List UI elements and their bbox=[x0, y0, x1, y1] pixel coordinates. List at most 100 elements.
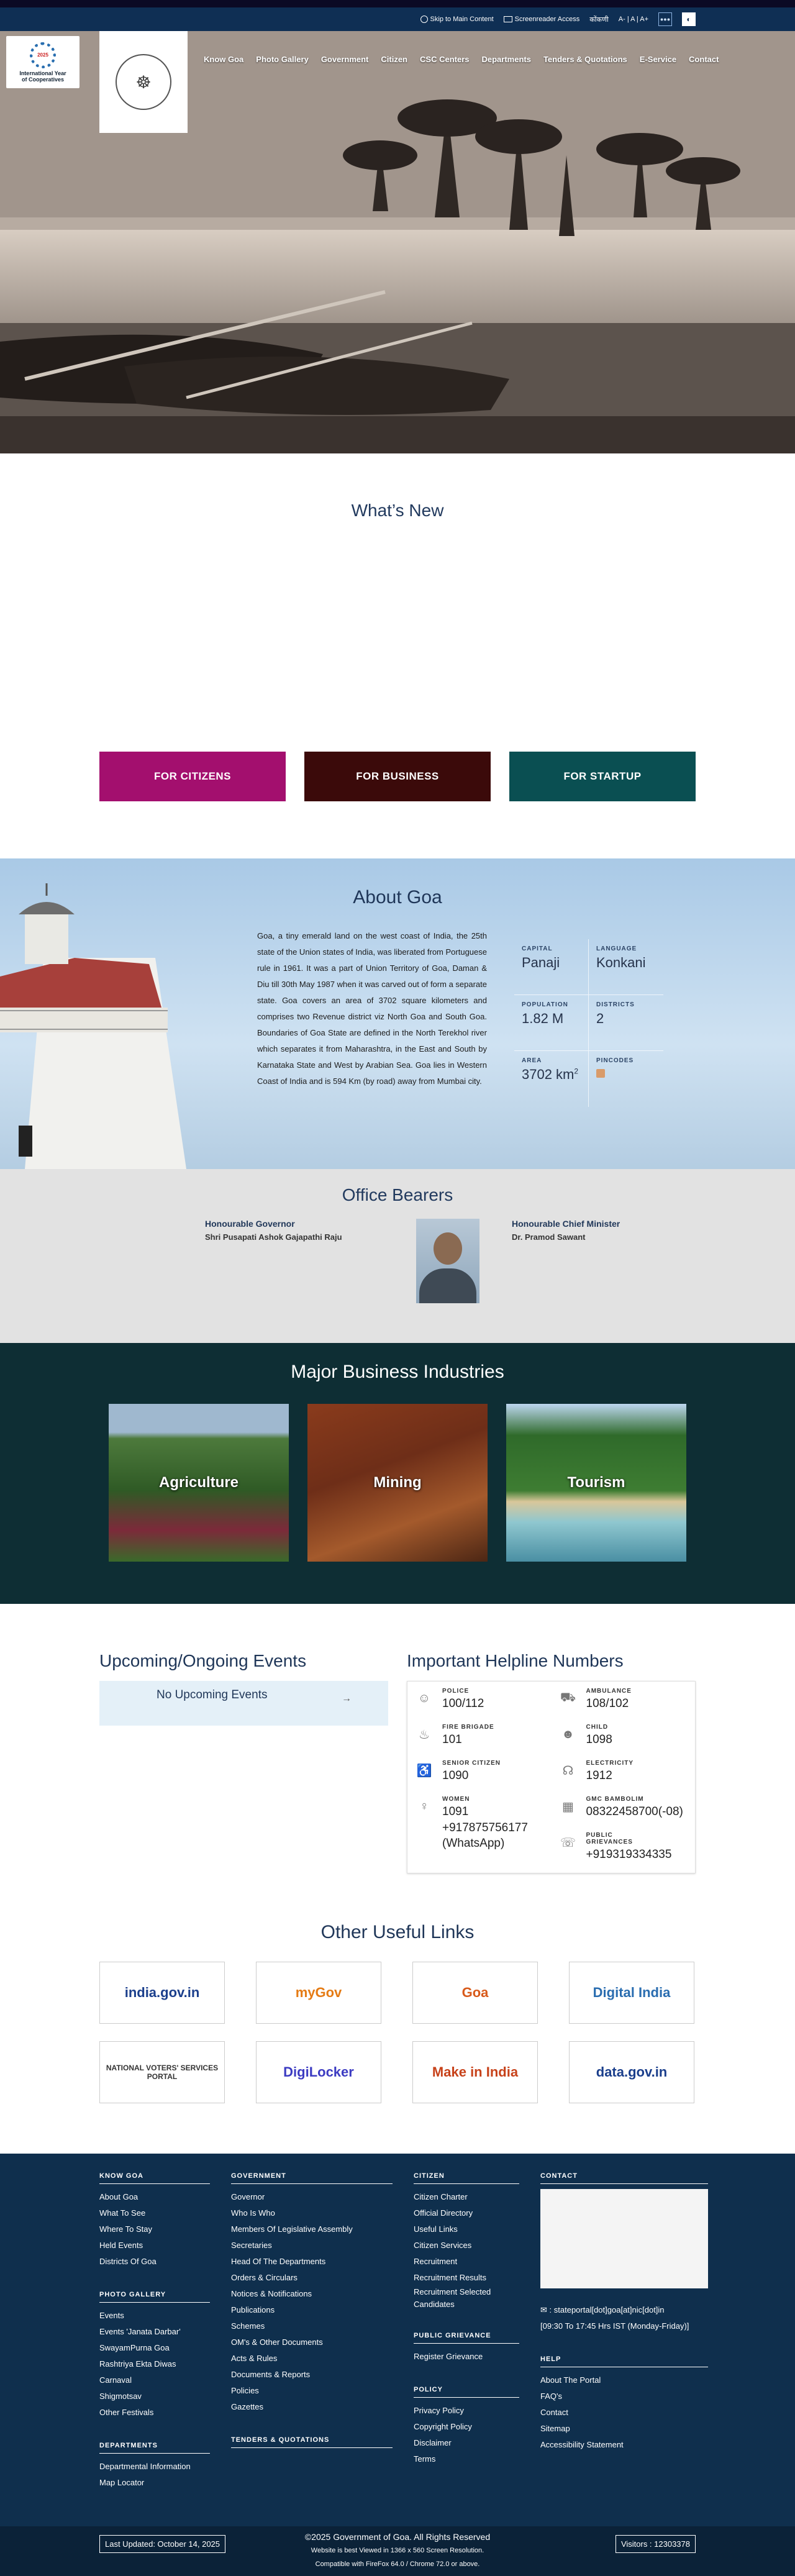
language-link[interactable]: कोंकणी bbox=[589, 15, 609, 24]
electricity-icon: ☊ bbox=[562, 1764, 574, 1778]
footer-link[interactable]: Terms bbox=[414, 2451, 519, 2467]
link-nvsp[interactable]: NATIONAL VOTERS' SERVICES PORTAL bbox=[99, 2041, 225, 2103]
helpline-number: 1091 +917875756177 (WhatsApp) bbox=[442, 1805, 528, 1850]
footer-link[interactable]: Governor bbox=[231, 2189, 393, 2205]
nav-contact[interactable]: Contact bbox=[683, 55, 725, 64]
footer-link[interactable]: Carnaval bbox=[99, 2372, 210, 2388]
footer-link[interactable]: Register Grievance bbox=[414, 2349, 519, 2365]
stat-pincodes[interactable]: PINCODES bbox=[589, 1051, 663, 1107]
footer-link[interactable]: Citizen Charter bbox=[414, 2189, 519, 2205]
helpline-name: SENIOR CITIZEN bbox=[442, 1760, 501, 1767]
footer-link[interactable]: What To See bbox=[99, 2205, 210, 2221]
footer-link[interactable]: Documents & Reports bbox=[231, 2367, 393, 2383]
office-bearers-title: Office Bearers bbox=[342, 1185, 453, 1204]
events-helpline-section: Upcoming/Ongoing Events No Upcoming Even… bbox=[0, 1604, 795, 1921]
link-make-in-india[interactable]: Make in India bbox=[412, 2041, 538, 2103]
industries-section: Major Business Industries Agriculture Mi… bbox=[0, 1343, 795, 1604]
footer-link[interactable]: Events 'Janata Darbar' bbox=[99, 2324, 210, 2340]
for-business-button[interactable]: FOR BUSINESS bbox=[304, 752, 491, 801]
footer-link[interactable]: About Goa bbox=[99, 2189, 210, 2205]
footer-link[interactable]: Departmental Information bbox=[99, 2459, 210, 2475]
about-title: About Goa bbox=[353, 887, 442, 908]
footer-link[interactable]: Sitemap bbox=[540, 2421, 708, 2437]
helpline-number: 108/102 bbox=[586, 1697, 629, 1710]
rss-icon[interactable] bbox=[596, 1069, 605, 1078]
contact-map[interactable] bbox=[540, 2189, 708, 2288]
screenreader-link[interactable]: Screenreader Access bbox=[503, 16, 579, 23]
footer-link[interactable]: Who Is Who bbox=[231, 2205, 393, 2221]
contrast-icon[interactable]: ◐ bbox=[682, 12, 696, 26]
skip-link[interactable]: Skip to Main Content bbox=[420, 16, 494, 23]
footer-link[interactable]: Map Locator bbox=[99, 2475, 210, 2491]
footer-link[interactable]: Rashtriya Ekta Diwas bbox=[99, 2356, 210, 2372]
footer-link[interactable]: Official Directory bbox=[414, 2205, 519, 2221]
cm-photo-head bbox=[434, 1232, 462, 1265]
footer-link[interactable]: Privacy Policy bbox=[414, 2403, 519, 2419]
footer-link[interactable]: Notices & Notifications bbox=[231, 2286, 393, 2302]
nav-citizen[interactable]: Citizen bbox=[375, 55, 414, 64]
hero-banner: 2025 International Year of Cooperatives … bbox=[0, 31, 795, 453]
footer-link[interactable]: Head Of The Departments bbox=[231, 2254, 393, 2270]
stat-value: 1.82 M bbox=[522, 1011, 564, 1026]
footer-link[interactable]: Copyright Policy bbox=[414, 2419, 519, 2435]
link-goa[interactable]: Goa bbox=[412, 1962, 538, 2024]
cm-photo-body bbox=[419, 1268, 476, 1303]
industry-agriculture[interactable]: Agriculture bbox=[109, 1404, 289, 1562]
footer-link[interactable]: Other Festivals bbox=[99, 2405, 210, 2421]
link-mygov[interactable]: myGov bbox=[256, 1962, 381, 2024]
industry-mining[interactable]: Mining bbox=[307, 1404, 488, 1562]
translate-icon[interactable]: ●●● bbox=[658, 12, 672, 26]
goa-emblem-logo[interactable]: ☸ bbox=[99, 31, 188, 133]
footer-link[interactable]: Schemes bbox=[231, 2318, 393, 2334]
footer-link[interactable]: Secretaries bbox=[231, 2237, 393, 2254]
font-size-controls[interactable]: A- | A | A+ bbox=[619, 16, 648, 23]
link-digital-india[interactable]: Digital India bbox=[569, 1962, 694, 2024]
footer-col-3: CITIZEN Citizen Charter Official Directo… bbox=[414, 2170, 519, 2491]
footer-link[interactable]: Shigmotsav bbox=[99, 2388, 210, 2405]
nav-government[interactable]: Government bbox=[315, 55, 375, 64]
whats-new-section: What’s New bbox=[0, 453, 795, 752]
footer-link[interactable]: Policies bbox=[231, 2383, 393, 2399]
footer-link[interactable]: Useful Links bbox=[414, 2221, 519, 2237]
footer-link[interactable]: Citizen Services bbox=[414, 2237, 519, 2254]
nav-tenders[interactable]: Tenders & Quotations bbox=[537, 55, 634, 64]
footer-heading: GOVERNMENT bbox=[231, 2170, 393, 2184]
footer-link[interactable]: Held Events bbox=[99, 2237, 210, 2254]
for-citizens-button[interactable]: FOR CITIZENS bbox=[99, 752, 286, 801]
nav-e-service[interactable]: E-Service bbox=[634, 55, 683, 64]
footer-link[interactable]: Orders & Circulars bbox=[231, 2270, 393, 2286]
arrow-right-icon[interactable]: → bbox=[342, 1693, 352, 1704]
footer-link[interactable]: Contact bbox=[540, 2405, 708, 2421]
footer-link[interactable]: Events bbox=[99, 2308, 210, 2324]
footer-link[interactable]: Districts Of Goa bbox=[99, 2254, 210, 2270]
footer-link[interactable]: SwayamPurna Goa bbox=[99, 2340, 210, 2356]
footer-link[interactable]: Publications bbox=[231, 2302, 393, 2318]
footer-link[interactable]: Members Of Legislative Assembly bbox=[231, 2221, 393, 2237]
footer-link[interactable]: Recruitment Results bbox=[414, 2270, 519, 2286]
link-data-gov[interactable]: data.gov.in bbox=[569, 2041, 694, 2103]
footer-link[interactable]: Acts & Rules bbox=[231, 2351, 393, 2367]
link-india-gov[interactable]: india.gov.in bbox=[99, 1962, 225, 2024]
footer-link[interactable]: Recruitment Selected Candidates bbox=[414, 2286, 519, 2311]
helpline-column: Important Helpline Numbers ☺ POLICE 100/11… bbox=[407, 1651, 696, 1921]
footer-link[interactable]: Recruitment bbox=[414, 2254, 519, 2270]
footer-link[interactable]: Accessibility Statement bbox=[540, 2437, 708, 2453]
nav-know-goa[interactable]: Know Goa bbox=[198, 55, 250, 64]
footer-heading: PUBLIC GRIEVANCE bbox=[414, 2329, 519, 2344]
industry-tourism[interactable]: Tourism bbox=[506, 1404, 686, 1562]
link-digilocker[interactable]: DigiLocker bbox=[256, 2041, 381, 2103]
events-empty-text: No Upcoming Events bbox=[157, 1688, 268, 1701]
cta-row: FOR CITIZENS FOR BUSINESS FOR STARTUP bbox=[0, 752, 795, 858]
footer-link[interactable]: Where To Stay bbox=[99, 2221, 210, 2237]
footer-link[interactable]: Gazettes bbox=[231, 2399, 393, 2415]
nav-csc-centers[interactable]: CSC Centers bbox=[414, 55, 475, 64]
footer-link[interactable]: About The Portal bbox=[540, 2372, 708, 2388]
nav-photo-gallery[interactable]: Photo Gallery bbox=[250, 55, 315, 64]
footer-link[interactable]: FAQ's bbox=[540, 2388, 708, 2405]
iyc-logo[interactable]: 2025 International Year of Cooperatives bbox=[6, 36, 80, 88]
footer-link[interactable]: Disclaimer bbox=[414, 2435, 519, 2451]
nav-departments[interactable]: Departments bbox=[475, 55, 537, 64]
footer-link[interactable]: OM's & Other Documents bbox=[231, 2334, 393, 2351]
footer-col-1: KNOW GOA About Goa What To See Where To … bbox=[99, 2170, 210, 2491]
for-startup-button[interactable]: FOR STARTUP bbox=[509, 752, 696, 801]
